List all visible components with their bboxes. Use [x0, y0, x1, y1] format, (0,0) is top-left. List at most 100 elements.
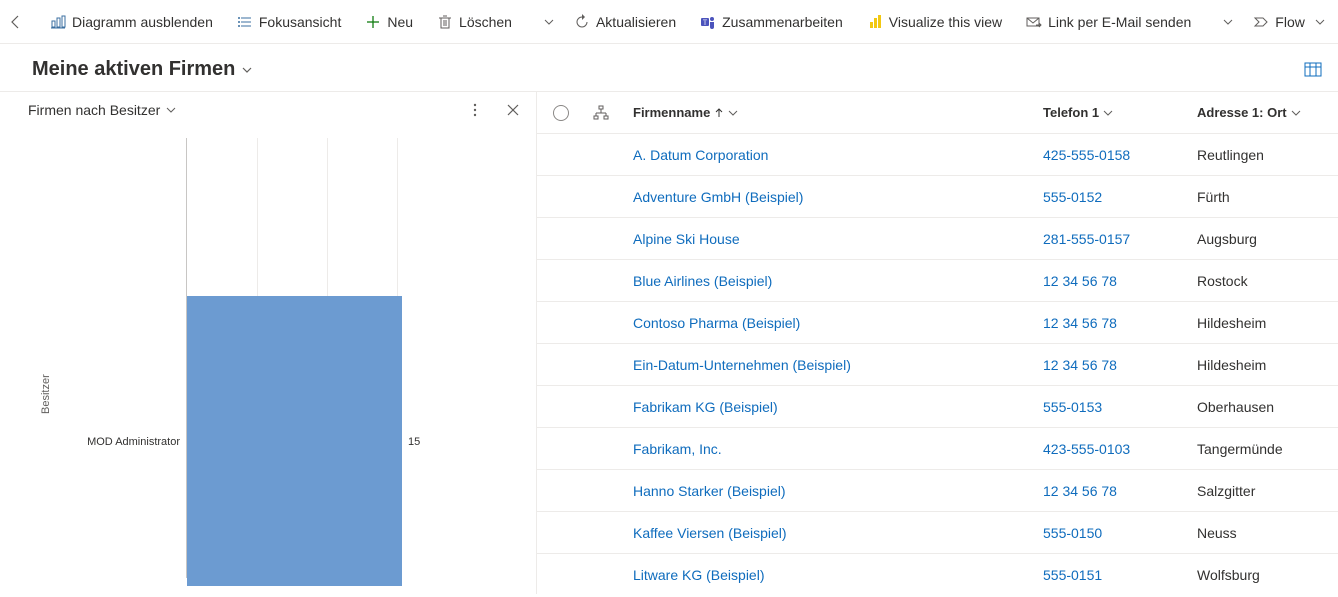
more-vertical-icon	[468, 103, 482, 117]
new-button[interactable]: Neu	[355, 4, 423, 40]
chart-value-label: 15	[408, 436, 420, 448]
account-name-link[interactable]: Ein-Datum-Unternehmen (Beispiel)	[633, 357, 851, 373]
account-name-link[interactable]: Kaffee Viersen (Beispiel)	[633, 525, 787, 541]
focus-view-label: Fokusansicht	[259, 14, 341, 30]
grid-pane: Firmenname Telefon 1 Adresse 1: Ort A. D…	[536, 91, 1338, 594]
chart-icon	[50, 14, 66, 30]
table-row[interactable]: Hanno Starker (Beispiel)12 34 56 78Salzg…	[537, 470, 1338, 512]
chart-title-text: Firmen nach Besitzer	[28, 102, 160, 118]
phone-link[interactable]: 555-0151	[1043, 567, 1102, 583]
chart-category-label: MOD Administrator	[80, 436, 180, 448]
account-name-link[interactable]: Fabrikam, Inc.	[633, 441, 722, 457]
column-header-telefon[interactable]: Telefon 1	[1043, 105, 1197, 120]
collaborate-button[interactable]: T Zusammenarbeiten	[690, 4, 853, 40]
column-header-ort[interactable]: Adresse 1: Ort	[1197, 105, 1338, 120]
visualize-button[interactable]: Visualize this view	[857, 4, 1012, 40]
city-text: Fürth	[1197, 189, 1230, 205]
table-row[interactable]: Litware KG (Beispiel)555-0151Wolfsburg	[537, 554, 1338, 594]
phone-link[interactable]: 12 34 56 78	[1043, 315, 1117, 331]
hide-diagram-label: Diagramm ausblenden	[72, 14, 213, 30]
hierarchy-icon	[593, 105, 609, 121]
chart-pane: Firmen nach Besitzer Besitzer MOD Admini…	[0, 91, 536, 594]
focus-view-button[interactable]: Fokusansicht	[227, 4, 351, 40]
table-row[interactable]: Fabrikam, Inc.423-555-0103Tangermünde	[537, 428, 1338, 470]
table-row[interactable]: Adventure GmbH (Beispiel) 555-0152 Fürth	[537, 176, 1338, 218]
email-icon	[1026, 14, 1042, 30]
phone-link[interactable]: 281-555-0157	[1043, 231, 1130, 247]
close-icon	[506, 103, 520, 117]
content-area: Firmen nach Besitzer Besitzer MOD Admini…	[0, 91, 1338, 594]
phone-link[interactable]: 423-555-0103	[1043, 441, 1130, 457]
table-row[interactable]: Kaffee Viersen (Beispiel) 555-0150 Neuss	[537, 512, 1338, 554]
phone-link[interactable]: 555-0153	[1043, 399, 1102, 415]
edit-columns-button[interactable]	[1304, 61, 1322, 79]
account-name-link[interactable]: Fabrikam KG (Beispiel)	[633, 399, 778, 415]
table-columns-icon	[1304, 61, 1322, 79]
phone-link[interactable]: 12 34 56 78	[1043, 273, 1117, 289]
account-name-link[interactable]: Blue Airlines (Beispiel)	[633, 273, 772, 289]
chart-plot-area: Besitzer MOD Administrator 15	[50, 138, 536, 597]
table-row[interactable]: Ein-Datum-Unternehmen (Beispiel) 12 34 56…	[537, 344, 1338, 386]
account-name-link[interactable]: Alpine Ski House	[633, 231, 740, 247]
phone-link[interactable]: 555-0152	[1043, 189, 1102, 205]
select-all-circle-icon	[553, 105, 569, 121]
chevron-down-icon	[1223, 17, 1233, 27]
command-bar: Diagramm ausblenden Fokusansicht Neu Lös…	[0, 0, 1338, 44]
chevron-down-icon	[166, 105, 176, 115]
table-row[interactable]: Contoso Pharma (Beispiel) 12 34 56 78 Hild…	[537, 302, 1338, 344]
plus-icon	[365, 14, 381, 30]
grid-header-row: Firmenname Telefon 1 Adresse 1: Ort	[537, 92, 1338, 134]
table-row[interactable]: Alpine Ski House281-555-0157Augsburg	[537, 218, 1338, 260]
hide-diagram-button[interactable]: Diagramm ausblenden	[40, 4, 223, 40]
back-button[interactable]	[8, 6, 24, 38]
chart-close-button[interactable]	[506, 103, 520, 117]
table-row[interactable]: Blue Airlines (Beispiel) 12 34 56 78 Rosto…	[537, 260, 1338, 302]
table-row[interactable]: A. Datum Corporation425-555-0158Reutling…	[537, 134, 1338, 176]
table-row[interactable]: Fabrikam KG (Beispiel) 555-0153 Oberhausen	[537, 386, 1338, 428]
flow-button[interactable]: Flow	[1243, 4, 1335, 40]
phone-link[interactable]: 12 34 56 78	[1043, 483, 1117, 499]
city-text: Oberhausen	[1197, 399, 1274, 415]
chevron-down-icon	[544, 17, 554, 27]
account-name-link[interactable]: Hanno Starker (Beispiel)	[633, 483, 786, 499]
powerbi-icon	[867, 14, 883, 30]
delete-dropdown[interactable]	[538, 4, 560, 40]
city-text: Hildesheim	[1197, 315, 1266, 331]
view-title-text: Meine aktiven Firmen	[32, 58, 235, 81]
chevron-down-icon	[728, 108, 738, 118]
refresh-button[interactable]: Aktualisieren	[564, 4, 686, 40]
account-name-link[interactable]: A. Datum Corporation	[633, 147, 768, 163]
account-name-link[interactable]: Litware KG (Beispiel)	[633, 567, 765, 583]
column-header-firmenname[interactable]: Firmenname	[633, 105, 1043, 120]
collaborate-label: Zusammenarbeiten	[722, 14, 843, 30]
column-header-city-text: Adresse 1: Ort	[1197, 105, 1287, 120]
delete-icon	[437, 14, 453, 30]
view-selector[interactable]: Meine aktiven Firmen	[32, 58, 253, 81]
view-header: Meine aktiven Firmen	[0, 44, 1338, 91]
chart-more-button[interactable]	[468, 103, 482, 117]
flow-icon	[1253, 14, 1269, 30]
delete-label: Löschen	[459, 14, 512, 30]
phone-link[interactable]: 555-0150	[1043, 525, 1102, 541]
chevron-down-icon	[1291, 108, 1301, 118]
chart-bar[interactable]	[187, 296, 402, 586]
phone-link[interactable]: 425-555-0158	[1043, 147, 1130, 163]
chart-selector[interactable]: Firmen nach Besitzer	[28, 102, 176, 118]
city-text: Neuss	[1197, 525, 1237, 541]
sort-asc-icon	[714, 108, 724, 118]
account-name-link[interactable]: Adventure GmbH (Beispiel)	[633, 189, 803, 205]
chevron-down-icon	[241, 64, 253, 76]
chevron-down-icon	[1103, 108, 1113, 118]
city-text: Rostock	[1197, 273, 1248, 289]
delete-button[interactable]: Löschen	[427, 4, 522, 40]
hierarchy-column[interactable]	[593, 105, 633, 121]
back-arrow-icon	[8, 14, 24, 30]
refresh-label: Aktualisieren	[596, 14, 676, 30]
flow-label: Flow	[1275, 14, 1305, 30]
email-dropdown[interactable]	[1217, 4, 1239, 40]
select-all-column[interactable]	[553, 105, 593, 121]
account-name-link[interactable]: Contoso Pharma (Beispiel)	[633, 315, 800, 331]
phone-link[interactable]: 12 34 56 78	[1043, 357, 1117, 373]
email-link-button[interactable]: Link per E-Mail senden	[1016, 4, 1201, 40]
visualize-label: Visualize this view	[889, 14, 1002, 30]
